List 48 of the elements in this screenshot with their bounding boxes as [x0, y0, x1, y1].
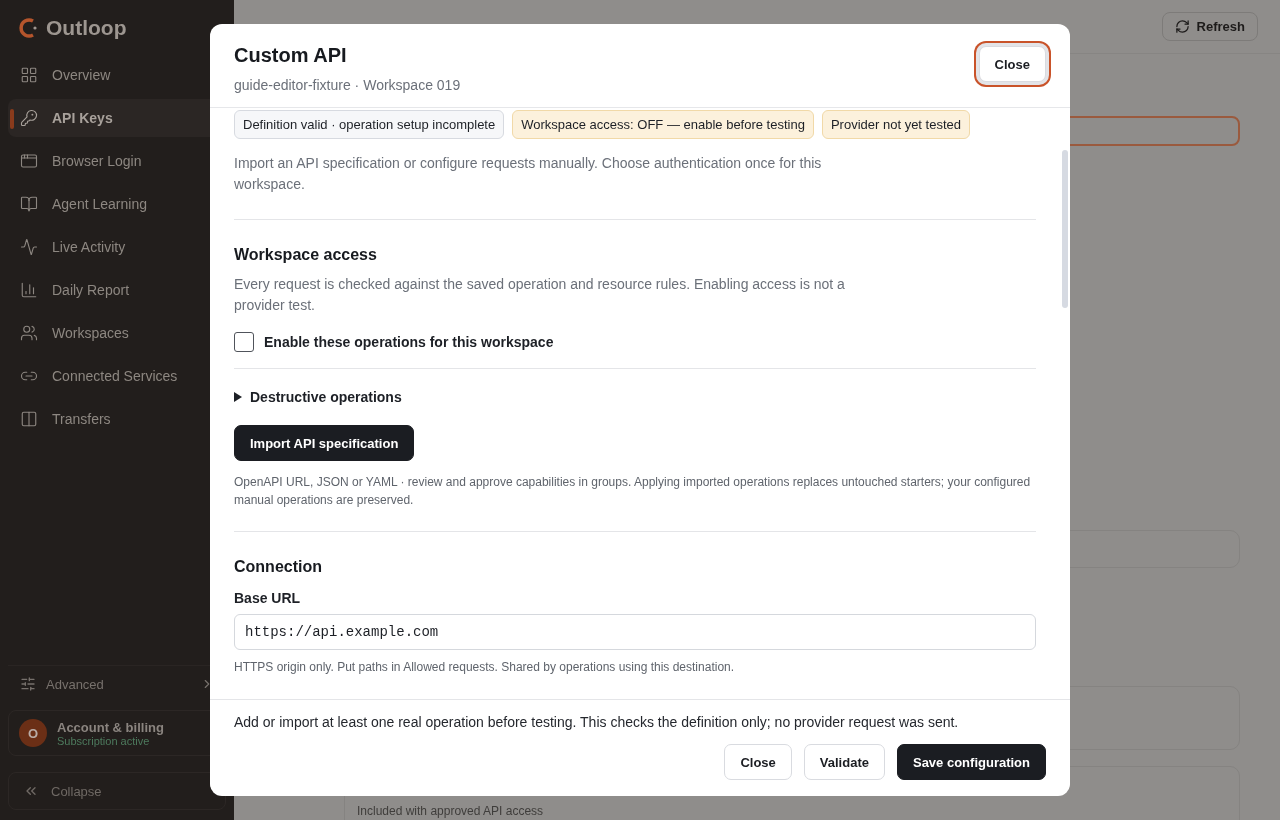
sidebar-item[interactable]: Workspaces: [8, 314, 226, 352]
field-label: Base URL: [234, 590, 302, 606]
import-button[interactable]: Import API specification: [234, 425, 415, 461]
access-text: Every request is checked against the saved operation and resource rules. Enabling access is not a provider test.: [234, 275, 846, 315]
card-note: Included with approved API access: [357, 804, 544, 818]
brand-name: Outloop: [46, 16, 127, 40]
account-name: Account & billing: [57, 719, 164, 735]
field-hint: HTTPS origin only. Put paths in Allowed requests. Shared by operations using this destination.: [234, 659, 736, 676]
sidebar-item[interactable]: Connected Services: [8, 357, 226, 395]
pulse-icon: [20, 238, 38, 256]
sidebar-item[interactable]: Overview: [8, 56, 226, 94]
key-icon: [20, 109, 38, 127]
disclosure-toggle[interactable]: Destructive operations: [234, 389, 1036, 405]
footer-button[interactable]: Validate: [803, 744, 885, 780]
checkbox-label: Enable these operations for this workspace: [264, 334, 554, 350]
advanced-label: Advanced: [46, 676, 105, 692]
footer-note: Add or import at least one real operation before testing. This checks the definition only; no provider request was sent.: [234, 714, 960, 730]
avatar: O: [19, 719, 47, 747]
columns-icon: [20, 410, 38, 428]
grid-icon: [20, 66, 38, 84]
intro-text: Import an API specification or configure requests manually. Choose authentication once for this workspace.: [234, 154, 823, 194]
sidebar-item[interactable]: Live Activity: [8, 228, 226, 266]
refresh-icon: [1174, 19, 1190, 34]
subscription-status: Subscription active: [57, 734, 150, 747]
status-badge: Definition valid · operation setup incomplete: [234, 110, 505, 139]
input-field[interactable]: https://api.example.com: [234, 614, 1036, 650]
browser-window-icon: [20, 152, 38, 170]
triangle-icon: [234, 392, 242, 402]
save-button[interactable]: Save configuration: [896, 744, 1046, 780]
import-hint: OpenAPI URL, JSON or YAML · review and approve capabilities in groups. Applying imported operations replaces untouched starters; your configured manual operations are preserved.: [234, 474, 1032, 509]
users-icon: [20, 324, 38, 342]
sidebar-item[interactable]: Transfers: [8, 400, 226, 438]
sidebar-item[interactable]: Daily Report: [8, 271, 226, 309]
section-heading: Connection: [234, 558, 323, 576]
status-badge: Workspace access: OFF — enable before testing: [512, 110, 814, 139]
scrollbar-thumb[interactable]: [1062, 150, 1068, 308]
status-badge: Provider not yet tested: [821, 110, 970, 139]
sidebar-item[interactable]: Browser Login: [8, 142, 226, 180]
section-heading: Workspace access: [234, 246, 378, 264]
bar-chart-icon: [20, 281, 38, 299]
sliders-icon: [20, 676, 36, 692]
footer-button[interactable]: Close: [724, 744, 792, 780]
sidebar-item[interactable]: Agent Learning: [8, 185, 226, 223]
dialog-subtitle: guide-editor-fixture · Workspace 019: [234, 77, 461, 93]
book-icon: [20, 195, 38, 213]
refresh-button[interactable]: Refresh: [1161, 12, 1258, 41]
dialog-title: Custom API: [234, 44, 348, 67]
checkbox[interactable]: [234, 332, 254, 352]
